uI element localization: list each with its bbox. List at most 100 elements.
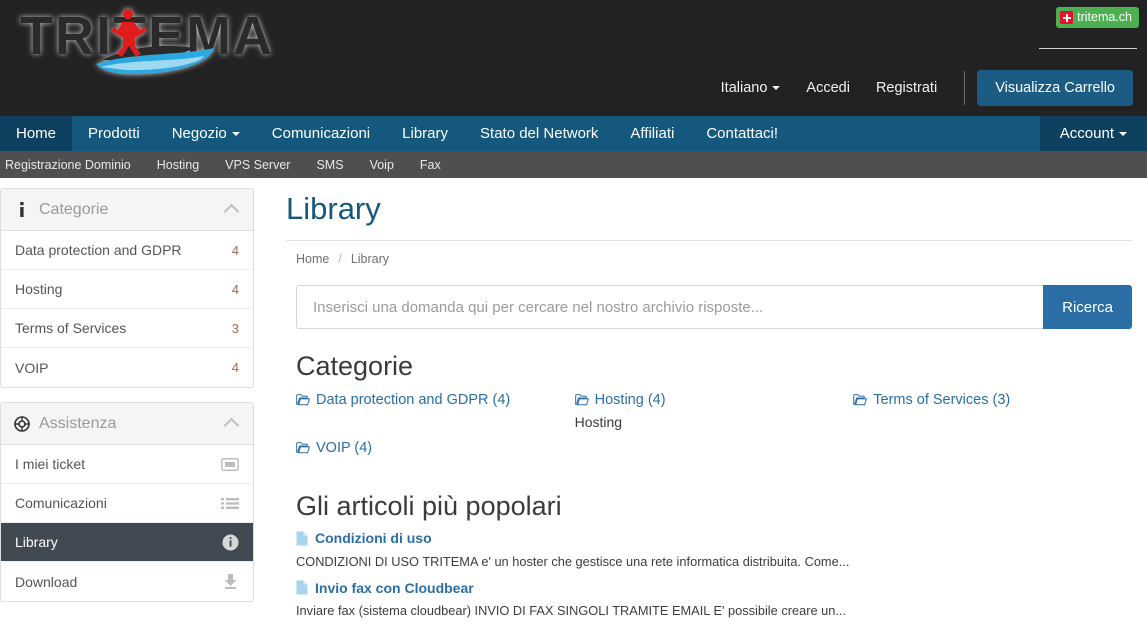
- sidebar-category-label: VOIP: [15, 359, 49, 376]
- sidebar-item-label: Comunicazioni: [15, 495, 107, 511]
- nav-item-negozio-label: Negozio: [171, 125, 227, 142]
- tritema-logo-icon: TRITEMA: [20, 6, 272, 75]
- subnav-item-fax[interactable]: Fax: [407, 158, 454, 172]
- nav-item-home[interactable]: Home: [0, 116, 73, 151]
- sidebar-category-count: 3: [231, 320, 239, 336]
- nav-item-stato-del-network[interactable]: Stato del Network: [464, 116, 614, 151]
- download-icon: [219, 573, 239, 591]
- chevron-down-icon: [231, 131, 240, 136]
- sidebar-item-download[interactable]: Download: [1, 562, 253, 601]
- article-title: Invio fax con Cloudbear: [315, 579, 474, 596]
- support-panel-header[interactable]: Assistenza: [1, 403, 253, 445]
- categories-panel: Categorie Data protection and GDPR 4 Hos…: [0, 188, 254, 388]
- document-icon: [296, 580, 308, 595]
- sidebar-category-count: 4: [231, 281, 239, 297]
- article-link-condizioni-di-uso[interactable]: Condizioni di uso: [296, 530, 432, 546]
- breadcrumb-separator: /: [338, 252, 342, 267]
- subnav-item-hosting[interactable]: Hosting: [144, 158, 212, 172]
- subnav-item-vps-server[interactable]: VPS Server: [212, 158, 303, 172]
- sidebar-item-label: Download: [15, 573, 78, 590]
- document-icon: [296, 531, 308, 546]
- articles-heading: Gli articoli più popolari: [296, 491, 562, 522]
- category-link-voip[interactable]: VOIP (4): [296, 440, 372, 456]
- nav-item-negozio[interactable]: Negozio: [156, 116, 256, 151]
- category-link-label: Data protection and GDPR (4): [316, 392, 511, 409]
- main-content: Library Home / Library Ricerca Categorie…: [256, 178, 1147, 624]
- category-link-data-protection-and-gdpr[interactable]: Data protection and GDPR (4): [296, 392, 510, 408]
- info-circle-icon: [219, 533, 239, 551]
- view-cart-button[interactable]: Visualizza Carrello: [977, 70, 1133, 106]
- sidebar-category-data-protection-and-gdpr[interactable]: Data protection and GDPR 4: [1, 231, 253, 270]
- category-cell: Hosting (4) Hosting: [575, 392, 854, 430]
- subnav-item-sms[interactable]: SMS: [303, 158, 356, 172]
- category-cell: Data protection and GDPR (4): [296, 392, 575, 430]
- nav-item-account-label: Account: [1059, 125, 1114, 142]
- category-description: Hosting: [574, 414, 623, 431]
- nav-item-affiliati[interactable]: Affiliati: [614, 116, 690, 151]
- language-selector[interactable]: Italiano: [708, 80, 794, 96]
- info-icon: [13, 202, 31, 217]
- sidebar-item-comunicazioni[interactable]: Comunicazioni: [1, 484, 253, 523]
- sidebar-category-label: Terms of Services: [15, 320, 127, 336]
- nav-item-account[interactable]: Account: [1039, 116, 1147, 151]
- register-link[interactable]: Registrati: [863, 80, 950, 96]
- article-title: Condizioni di uso: [315, 530, 432, 547]
- category-link-label: Terms of Services (3): [873, 392, 1011, 409]
- search-button[interactable]: Ricerca: [1043, 285, 1132, 330]
- swiss-flag-icon: [1060, 11, 1074, 24]
- breadcrumb: Home / Library: [286, 241, 1132, 266]
- chevron-up-icon[interactable]: [223, 203, 240, 220]
- article-link-invio-fax-con-cloudbear[interactable]: Invio fax con Cloudbear: [296, 580, 474, 596]
- language-label: Italiano: [720, 80, 768, 96]
- primary-navigation: Home Prodotti Negozio Comunicazioni Libr…: [0, 116, 1147, 151]
- swiss-domain-badge[interactable]: tritema.ch: [1056, 7, 1139, 28]
- support-panel-title: Assistenza: [39, 414, 117, 432]
- nav-item-contattaci[interactable]: Contattaci!: [690, 116, 794, 151]
- page-title: Library: [286, 191, 1132, 242]
- nav-item-comunicazioni[interactable]: Comunicazioni: [256, 116, 386, 151]
- lifebuoy-icon: [13, 415, 31, 432]
- category-link-label: VOIP (4): [316, 440, 373, 457]
- sidebar-category-voip[interactable]: VOIP 4: [1, 348, 253, 387]
- chevron-up-icon[interactable]: [223, 417, 240, 434]
- sidebar-category-hosting[interactable]: Hosting 4: [1, 270, 253, 309]
- header-divider: [1039, 48, 1137, 49]
- breadcrumb-home[interactable]: Home: [296, 252, 329, 266]
- breadcrumb-current: Library: [350, 252, 390, 267]
- folder-open-icon: [296, 394, 310, 406]
- list-item: Condizioni di uso CONDIZIONI DI USO TRIT…: [296, 530, 1132, 569]
- nav-item-prodotti[interactable]: Prodotti: [72, 116, 156, 151]
- list-item: Invio fax con Cloudbear Inviare fax (sis…: [296, 580, 1132, 619]
- nav-item-library[interactable]: Library: [386, 116, 464, 151]
- sidebar-item-i-miei-ticket[interactable]: I miei ticket: [1, 445, 253, 484]
- chevron-down-icon: [772, 86, 781, 91]
- list-icon: [219, 494, 239, 512]
- header-separator: [964, 71, 966, 105]
- categories-heading: Categorie: [296, 351, 414, 382]
- subnav-item-voip[interactable]: Voip: [357, 158, 407, 172]
- article-excerpt: CONDIZIONI DI USO TRITEMA e' un hoster c…: [296, 553, 850, 569]
- category-link-terms-of-services[interactable]: Terms of Services (3): [853, 392, 1010, 408]
- categories-grid: Data protection and GDPR (4) Hosting (4)…: [296, 382, 1132, 469]
- chevron-down-icon: [1119, 131, 1127, 136]
- sidebar-category-label: Hosting: [15, 281, 63, 297]
- folder-open-icon: [574, 394, 589, 406]
- swiss-badge-label: tritema.ch: [1077, 10, 1132, 25]
- search-input[interactable]: [296, 285, 1044, 330]
- categories-panel-title: Categorie: [39, 200, 109, 218]
- sidebar-item-library[interactable]: Library: [1, 523, 253, 562]
- category-cell: VOIP (4): [296, 440, 575, 459]
- page-body: Categorie Data protection and GDPR 4 Hos…: [0, 178, 1147, 624]
- ticket-icon: [219, 455, 239, 473]
- sidebar-category-terms-of-services[interactable]: Terms of Services 3: [1, 309, 253, 348]
- folder-open-icon: [853, 394, 868, 406]
- categories-panel-header[interactable]: Categorie: [1, 189, 253, 231]
- search-bar: Ricerca: [296, 285, 1132, 330]
- site-logo[interactable]: TRITEMA: [14, 4, 334, 100]
- article-excerpt: Inviare fax (sistema cloudbear) INVIO DI…: [296, 603, 847, 619]
- sidebar-item-label: I miei ticket: [15, 456, 86, 472]
- subnav-item-registrazione-dominio[interactable]: Registrazione Dominio: [0, 158, 144, 172]
- login-link[interactable]: Accedi: [793, 80, 863, 96]
- popular-articles-list: Condizioni di uso CONDIZIONI DI USO TRIT…: [296, 530, 1132, 618]
- category-link-hosting[interactable]: Hosting (4): [574, 392, 666, 408]
